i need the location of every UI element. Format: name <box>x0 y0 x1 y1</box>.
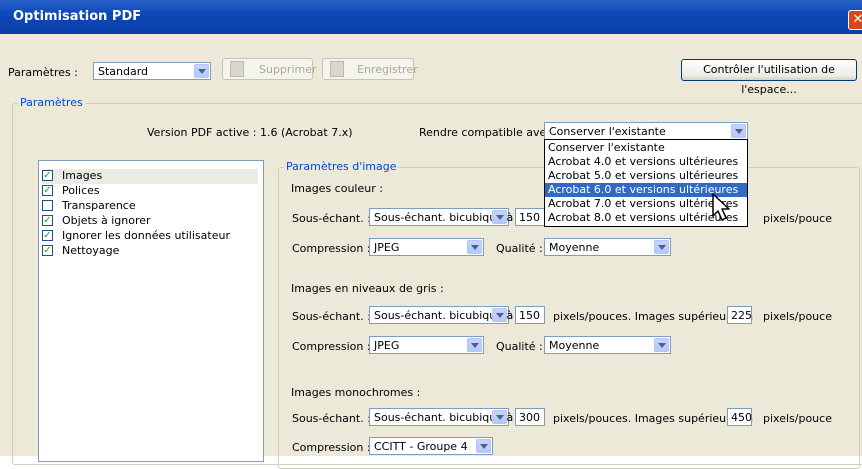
mono-unit-label: pixels/pouce <box>763 412 832 425</box>
checkbox-checked[interactable]: ✓ <box>42 185 53 196</box>
image-params-label: Paramètres d'image <box>284 160 399 173</box>
chevron-down-icon <box>492 308 507 322</box>
save-label: Enregistrer <box>357 63 418 76</box>
chevron-down-icon <box>492 210 507 224</box>
close-icon: ✕ <box>852 12 862 27</box>
chevron-down-icon <box>492 410 507 424</box>
chevron-down-icon <box>654 338 669 352</box>
category-item[interactable]: Transparence <box>42 199 258 214</box>
pdf-version-label: Version PDF active : 1.6 (Acrobat 7.x) <box>147 126 353 139</box>
mono-mid-label: pixels/pouces. Images supérieures à <box>553 412 754 425</box>
chevron-down-icon <box>467 338 482 352</box>
gray-ppi-input[interactable]: 150 <box>515 306 545 324</box>
gray-sub-select[interactable]: Sous-échant. bicubique à <box>369 306 513 324</box>
window-title: Optimisation PDF <box>13 9 142 24</box>
mono-sub-select[interactable]: Sous-échant. bicubique à <box>369 408 513 426</box>
checkbox-checked[interactable]: ✓ <box>42 230 53 241</box>
color-compression-select[interactable]: JPEG <box>369 238 484 256</box>
chevron-down-icon <box>731 124 746 138</box>
compat-option[interactable]: Conserver l'existante <box>545 141 747 155</box>
category-item[interactable]: ✓ Ignorer les données utilisateur <box>42 229 258 244</box>
color-unit-label: pixels/pouce <box>763 212 832 225</box>
gray-compression-select[interactable]: JPEG <box>369 336 484 354</box>
delete-button[interactable]: Supprimer <box>222 58 317 80</box>
gray-sub-label: Sous-échant. : <box>292 310 371 323</box>
gray-heading: Images en niveaux de gris : <box>291 282 444 295</box>
trash-icon <box>230 61 244 77</box>
color-sub-select[interactable]: Sous-échant. bicubique à <box>369 208 513 226</box>
gray-quality-label: Qualité : <box>496 340 543 353</box>
color-compression-label: Compression : <box>292 242 371 255</box>
gray-quality-select[interactable]: Moyenne <box>544 336 671 354</box>
chevron-down-icon <box>654 240 669 254</box>
category-item[interactable]: ✓ Objets à ignorer <box>42 214 258 229</box>
title-bar: Optimisation PDF ✕ <box>0 0 862 34</box>
checkbox-checked[interactable]: ✓ <box>42 170 53 181</box>
category-label: Nettoyage <box>62 244 120 257</box>
gray-quality-value: Moyenne <box>549 339 600 352</box>
category-label: Polices <box>62 184 100 197</box>
category-item[interactable]: ✓ Polices <box>42 184 258 199</box>
compat-option[interactable]: Acrobat 5.0 et versions ultérieures <box>545 169 747 183</box>
params-label: Paramètres : <box>8 66 78 79</box>
floppy-icon <box>330 61 344 77</box>
mono-heading: Images monochromes : <box>291 386 421 399</box>
color-heading: Images couleur : <box>291 182 383 195</box>
delete-label: Supprimer <box>259 63 317 76</box>
dialog-body: Paramètres : Standard Supprimer Enregist… <box>0 34 862 469</box>
chevron-down-icon <box>194 64 209 78</box>
color-quality-value: Moyenne <box>549 241 600 254</box>
mouse-cursor-icon <box>712 193 730 221</box>
category-label: Ignorer les données utilisateur <box>62 229 230 242</box>
gray-above-input[interactable]: 225 <box>727 306 752 324</box>
compat-option[interactable]: Acrobat 4.0 et versions ultérieures <box>545 155 747 169</box>
category-label: Images <box>62 169 103 182</box>
gray-compression-label: Compression : <box>292 340 371 353</box>
color-sub-label: Sous-échant. : <box>292 212 371 225</box>
compat-label: Rendre compatible avec : <box>419 126 560 139</box>
gray-mid-label: pixels/pouces. Images supérieures à <box>553 310 754 323</box>
gray-unit-label: pixels/pouce <box>763 310 832 323</box>
category-label: Transparence <box>62 199 136 212</box>
mono-compression-select[interactable]: CCITT - Groupe 4 <box>369 437 493 455</box>
mono-sub-label: Sous-échant. : <box>292 412 371 425</box>
category-item[interactable]: ✓ Nettoyage <box>42 244 258 259</box>
chevron-down-icon <box>476 439 491 453</box>
checkbox-checked[interactable]: ✓ <box>42 215 53 226</box>
mono-compression-label: Compression : <box>292 441 371 454</box>
checkbox-unchecked[interactable] <box>42 200 53 211</box>
chevron-down-icon <box>467 240 482 254</box>
mono-compression-value: CCITT - Groupe 4 <box>374 440 468 453</box>
save-button[interactable]: Enregistrer <box>322 58 418 80</box>
mono-ppi-input[interactable]: 300 <box>515 408 545 426</box>
category-label: Objets à ignorer <box>62 214 151 227</box>
color-quality-select[interactable]: Moyenne <box>544 238 671 256</box>
mono-above-input[interactable]: 450 <box>727 408 752 426</box>
close-button[interactable]: ✕ <box>848 10 862 30</box>
color-ppi-input[interactable]: 150 <box>515 208 545 226</box>
preset-select[interactable]: Standard <box>93 62 211 80</box>
compat-value: Conserver l'existante <box>549 125 666 138</box>
color-compression-value: JPEG <box>374 241 400 254</box>
preset-value: Standard <box>98 65 149 78</box>
category-item[interactable]: ✓ Images <box>42 169 258 184</box>
color-quality-label: Qualité : <box>496 242 543 255</box>
category-list: ✓ Images ✓ Polices Transparence ✓ Objets à ign… <box>38 160 264 462</box>
gray-compression-value: JPEG <box>374 339 400 352</box>
check-space-button[interactable]: Contrôler l'utilisation de l'espace... <box>681 59 857 96</box>
checkbox-checked[interactable]: ✓ <box>42 245 53 256</box>
settings-group-label: Paramètres <box>18 96 85 109</box>
compat-select[interactable]: Conserver l'existante <box>544 122 748 140</box>
